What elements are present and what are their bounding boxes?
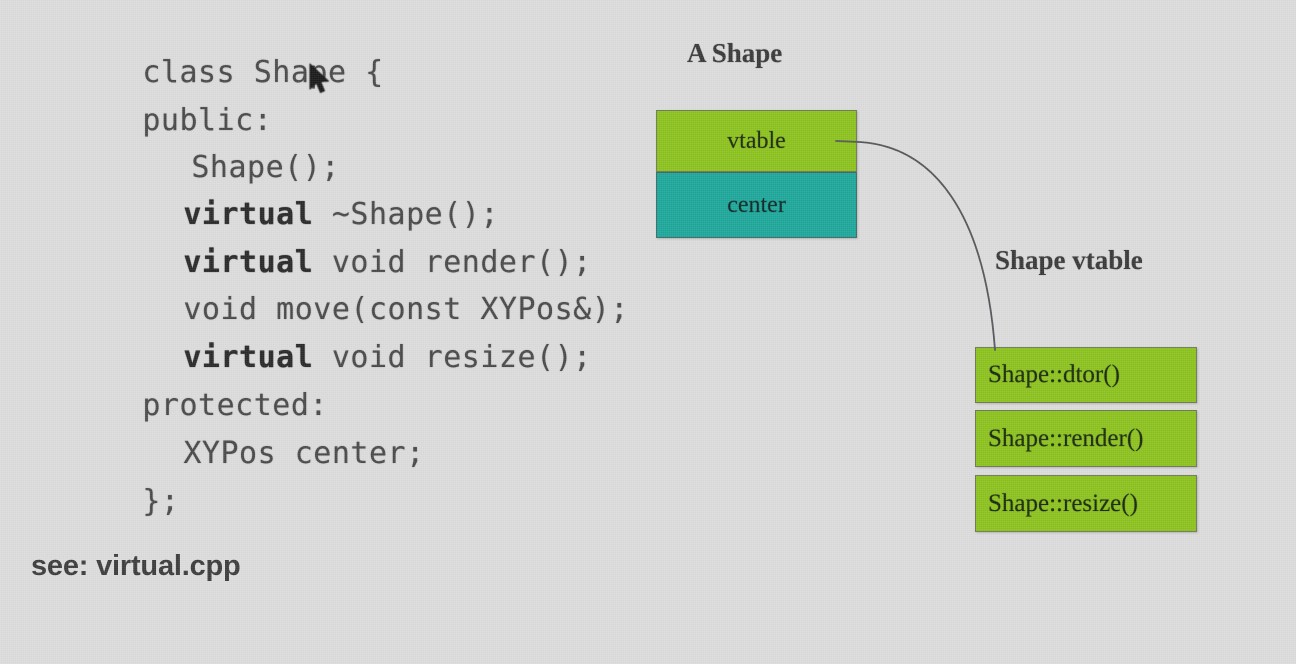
vtable-entry-label: Shape::resize() (988, 489, 1138, 517)
mouse-cursor (309, 63, 330, 94)
slide-canvas: class Shape { public: Shape(); virtual ~… (0, 0, 1296, 664)
see-reference-note: see: virtual.cpp (31, 550, 241, 582)
vtable-entry-render[interactable]: Shape::render() (975, 410, 1197, 467)
object-cell-center[interactable]: center (656, 172, 857, 238)
vtable-entry-label: Shape::dtor() (988, 361, 1120, 388)
vtable-entry-resize[interactable]: Shape::resize() (975, 475, 1197, 532)
vtable-diagram-title: Shape vtable (995, 245, 1143, 275)
vtable-entry-dtor[interactable]: Shape::dtor() (975, 347, 1197, 403)
object-diagram-title: A Shape (687, 38, 783, 68)
code-line-text: XYPos center; (183, 436, 425, 471)
object-cell-label: vtable (727, 127, 786, 154)
code-line-text: void resize(); (313, 340, 592, 375)
object-cell-label: center (727, 191, 786, 218)
code-line: }; (31, 457, 180, 547)
vtable-entry-label: Shape::render() (988, 424, 1144, 452)
object-cell-vtable[interactable]: vtable (656, 110, 857, 172)
code-line-text: }; (142, 484, 180, 519)
